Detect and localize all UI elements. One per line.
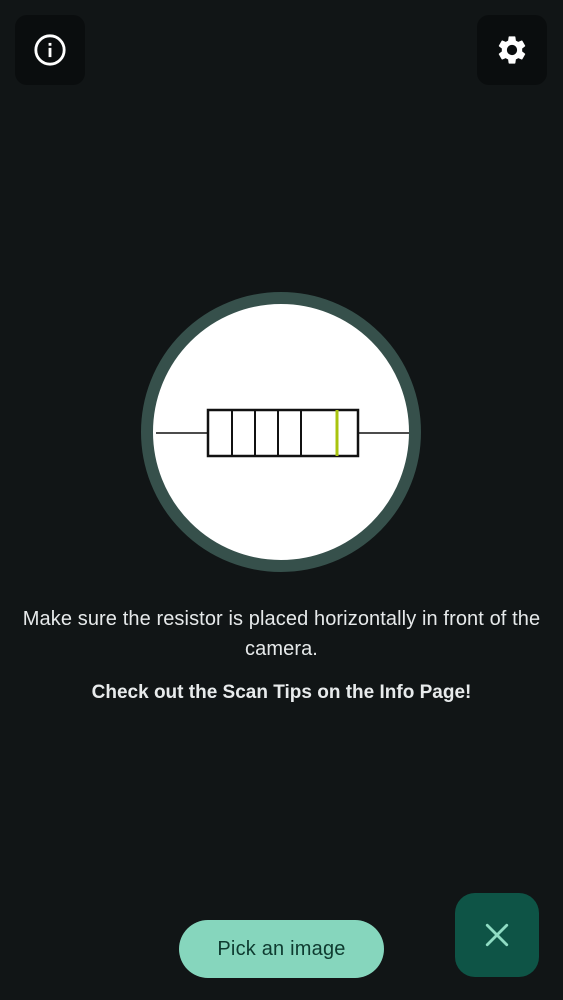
close-button[interactable] — [455, 893, 539, 977]
gear-icon — [495, 33, 529, 67]
settings-button[interactable] — [477, 15, 547, 85]
instruction-text: Make sure the resistor is placed horizon… — [22, 608, 541, 660]
pick-image-button[interactable]: Pick an image — [179, 920, 384, 978]
scan-tip-text: Check out the Scan Tips on the Info Page… — [91, 682, 472, 703]
close-icon — [484, 922, 510, 948]
camera-scan-screen: Make sure the resistor is placed horizon… — [0, 0, 563, 1000]
resistor-icon — [156, 408, 409, 458]
info-button[interactable] — [15, 15, 85, 85]
info-icon — [33, 33, 67, 67]
resistor-illustration — [141, 292, 421, 572]
